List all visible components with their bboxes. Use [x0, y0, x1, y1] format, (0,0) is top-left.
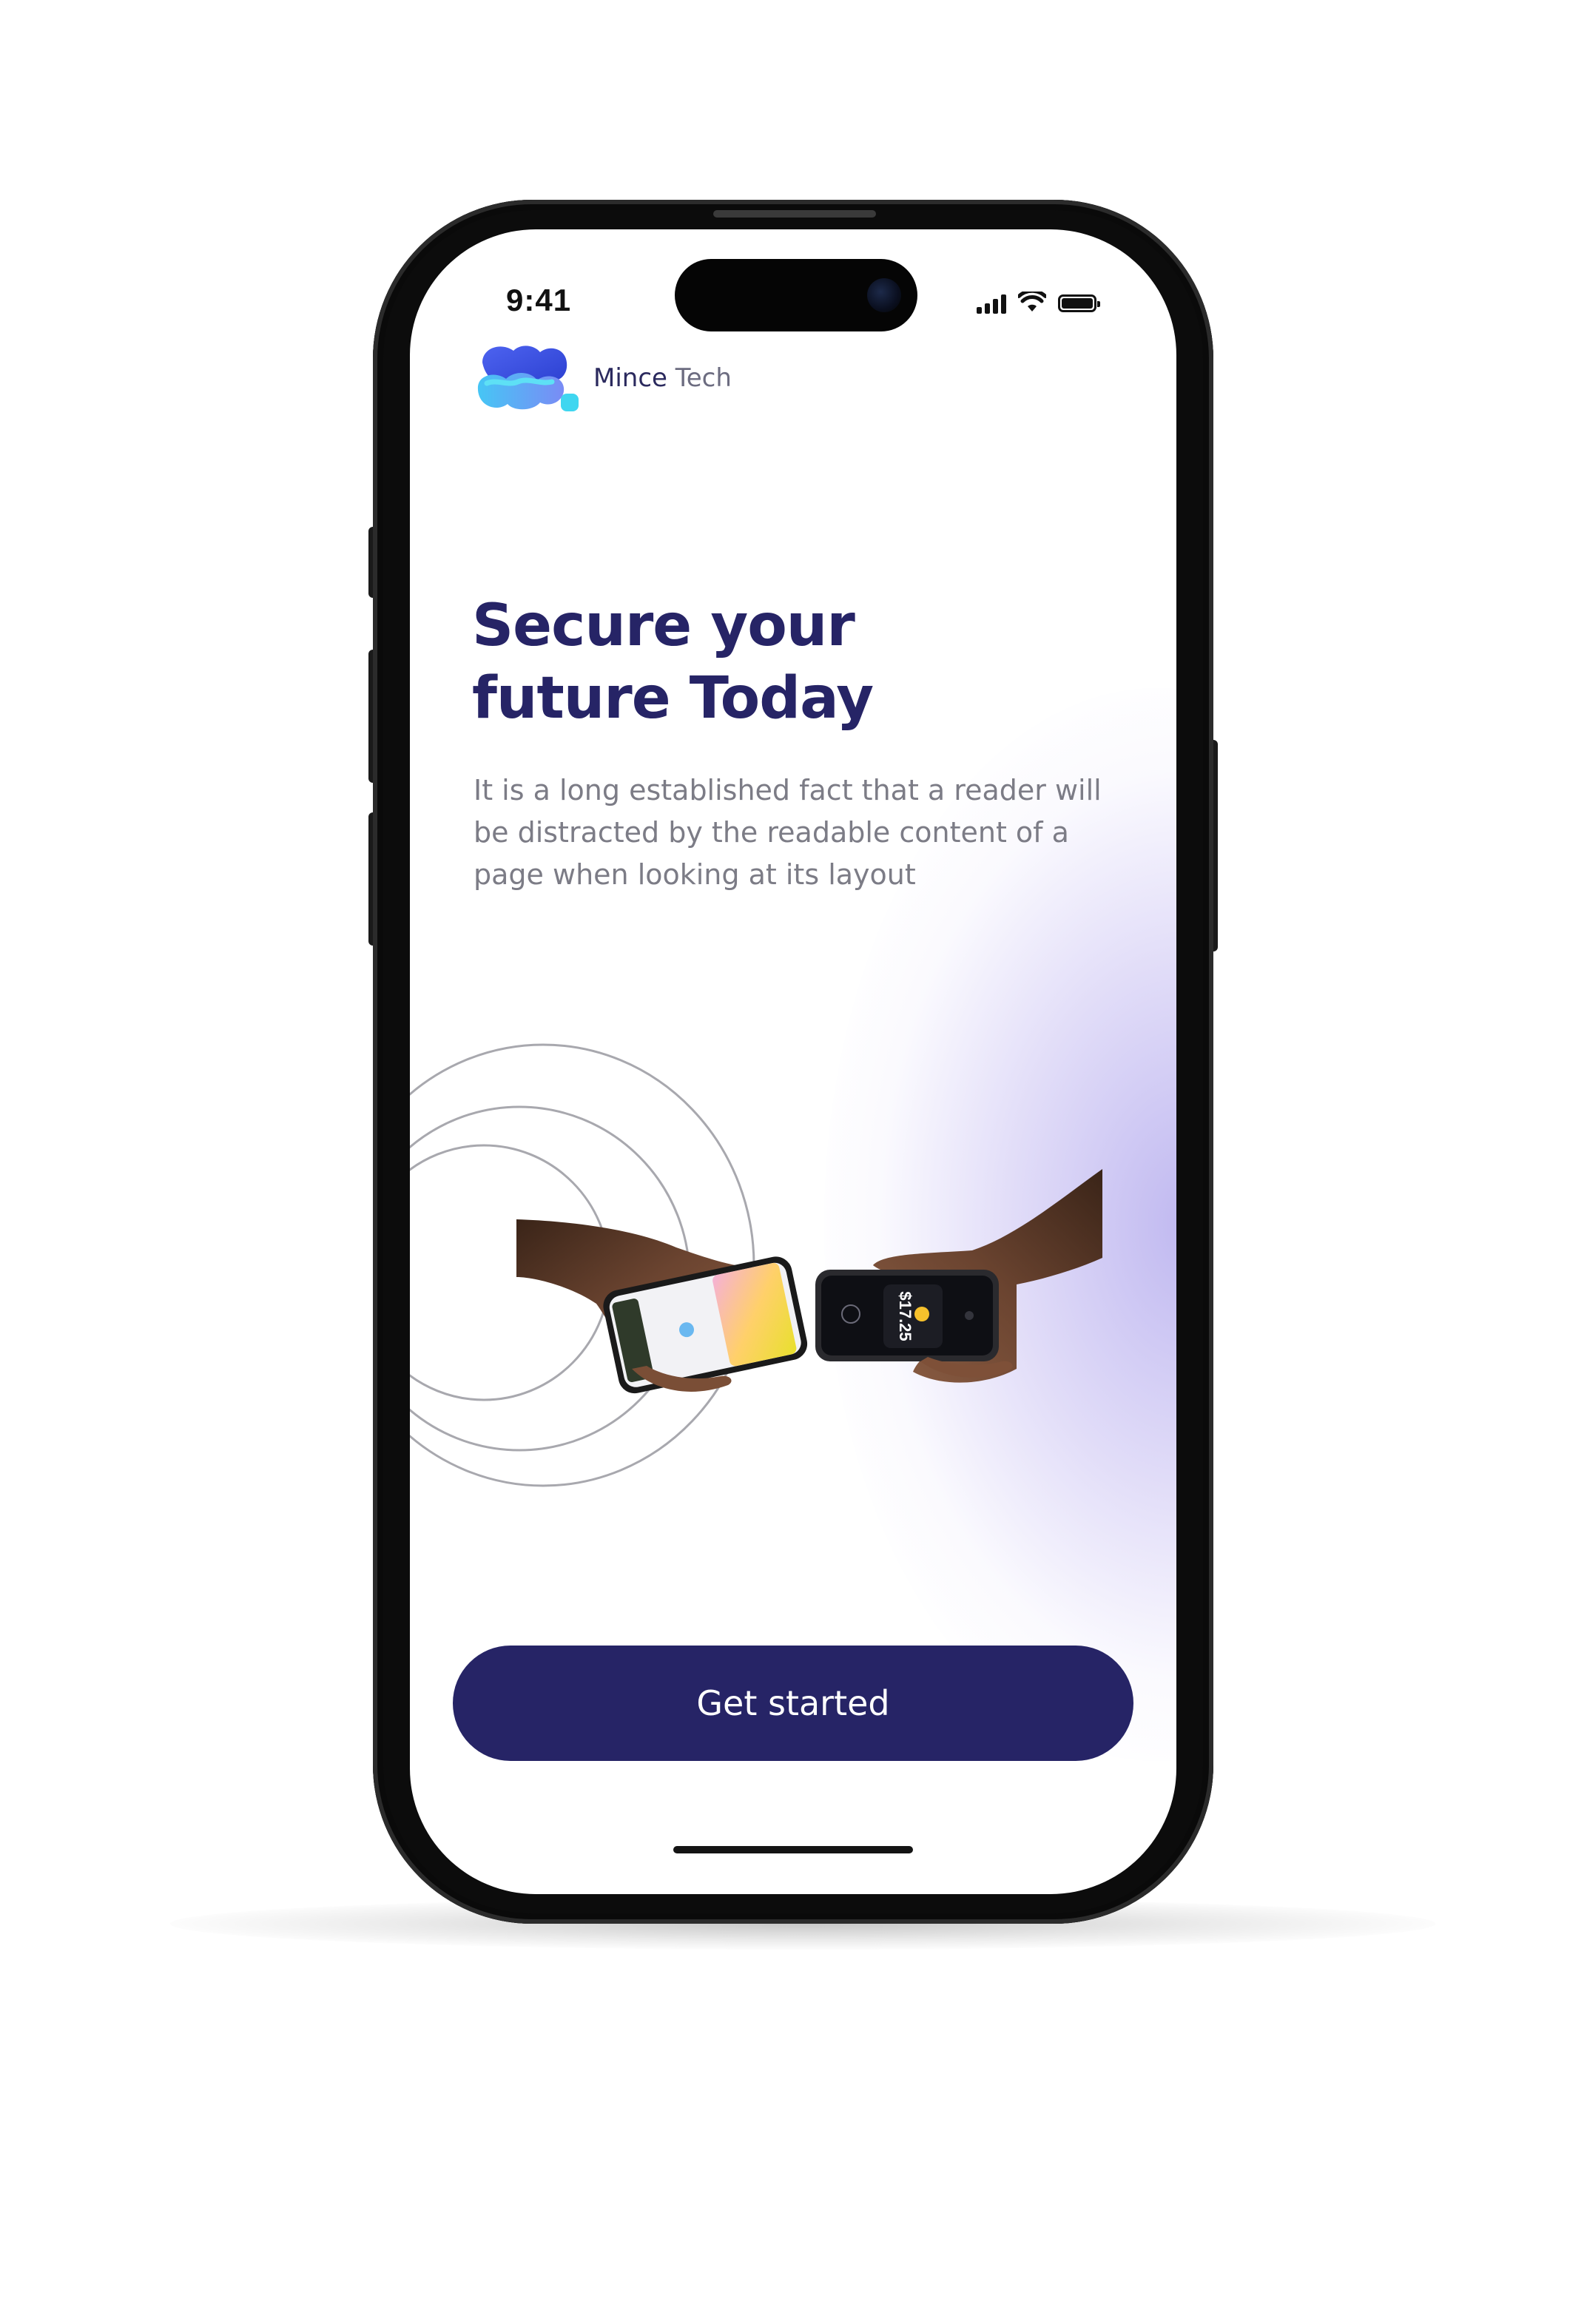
payment-amount: $17.25	[896, 1291, 914, 1341]
hero-description: It is a long established fact that a rea…	[474, 774, 1102, 891]
wifi-icon	[1018, 292, 1046, 311]
status-icons	[977, 289, 1100, 314]
contactless-phone-payment-illustration: $17.25	[410, 1043, 1102, 1487]
status-time: 9:41	[506, 283, 572, 317]
home-indicator[interactable]	[673, 1846, 913, 1853]
mockup-stage: 9:41 Mince Tech Secure your future Today…	[0, 0, 1587, 2324]
dynamic-island	[675, 259, 917, 331]
hero-title-line1: Secure your	[472, 593, 855, 659]
phone-frame: 9:41 Mince Tech Secure your future Today…	[373, 200, 1213, 1924]
cellular-signal-icon	[977, 293, 1006, 314]
brand-name: Mince Tech	[593, 363, 732, 393]
brand-name-primary: Mince	[593, 363, 667, 393]
battery-icon	[1058, 294, 1100, 312]
right-phone: $17.25	[815, 1270, 999, 1361]
brand-header: Mince Tech	[475, 340, 732, 416]
earpiece-speaker	[713, 210, 876, 218]
brand-name-secondary: Tech	[675, 363, 732, 393]
hero-title: Secure your future Today	[472, 590, 1064, 735]
wave-cloud-logo	[477, 346, 579, 411]
hero-title-line2: future Today	[472, 665, 874, 732]
front-camera-icon	[867, 278, 901, 312]
phone-screen: 9:41 Mince Tech Secure your future Today…	[410, 229, 1176, 1894]
get-started-button[interactable]: Get started	[453, 1646, 1133, 1761]
